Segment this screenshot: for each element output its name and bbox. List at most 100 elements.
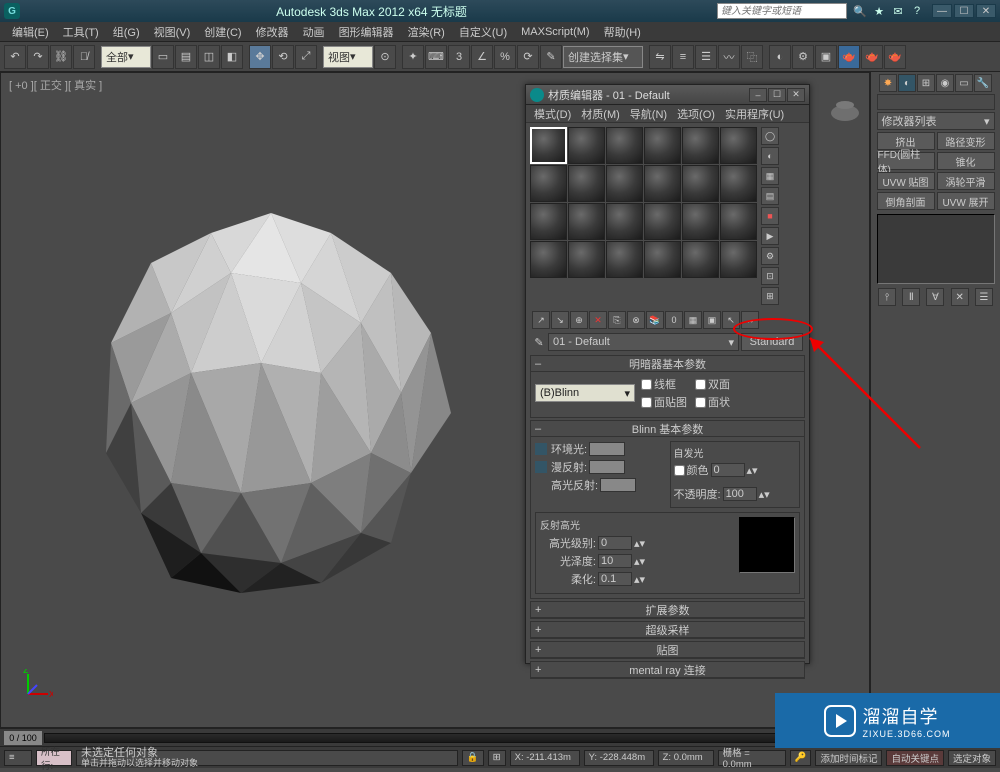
material-slot[interactable]	[606, 165, 643, 202]
modbtn-uvwmap[interactable]: UVW 贴图	[877, 172, 935, 190]
center-icon[interactable]: ⊙	[374, 45, 396, 69]
matmenu-material[interactable]: 材质(M)	[577, 105, 624, 123]
object-name-input[interactable]	[877, 94, 995, 110]
angle-snap-icon[interactable]: ∠	[471, 45, 493, 69]
ambient-lock-icon[interactable]	[535, 443, 547, 455]
matwin-minimize[interactable]: –	[749, 88, 767, 102]
shader-type-dropdown[interactable]: (B)Blinn▾	[535, 384, 635, 402]
menu-edit[interactable]: 编辑(E)	[6, 22, 55, 42]
help-search-input[interactable]	[717, 3, 847, 19]
get-material-icon[interactable]: ↗	[532, 311, 550, 329]
undo-icon[interactable]: ↶	[4, 45, 26, 69]
search-icon[interactable]: 🔍	[851, 3, 869, 19]
modbtn-taper[interactable]: 锥化	[937, 152, 995, 170]
make-copy-icon[interactable]: ⎘	[608, 311, 626, 329]
help-icon[interactable]: ?	[908, 3, 926, 19]
utilities-tab-icon[interactable]: 🔧	[974, 74, 992, 92]
create-tab-icon[interactable]: ✸	[879, 74, 897, 92]
render-frame-icon[interactable]: ▣	[815, 45, 837, 69]
align-icon[interactable]: ≡	[672, 45, 694, 69]
mat-id-icon[interactable]: 0	[665, 311, 683, 329]
menu-modifiers[interactable]: 修改器	[250, 22, 295, 42]
twosided-checkbox[interactable]: 双面	[695, 376, 730, 392]
ambient-color[interactable]: 环境光:	[535, 441, 666, 457]
modbtn-turbosmooth[interactable]: 涡轮平滑	[937, 172, 995, 190]
show-end-icon[interactable]: Ⅱ	[902, 288, 920, 306]
glossiness-spinner[interactable]: 光泽度:10▴▾	[540, 553, 735, 569]
mtl-map-nav-icon[interactable]: ⊞	[761, 287, 779, 305]
render-icon[interactable]: 🫖	[838, 45, 860, 69]
matmenu-modes[interactable]: 模式(D)	[530, 105, 575, 123]
close-button[interactable]: ✕	[976, 4, 996, 18]
time-tag-icon[interactable]: 🔑	[790, 750, 812, 766]
abs-toggle-icon[interactable]: ⊞	[488, 750, 506, 766]
maximize-button[interactable]: ☐	[954, 4, 974, 18]
add-time-marker[interactable]: 添加时间标记	[815, 750, 882, 766]
menu-grapheditors[interactable]: 图形编辑器	[333, 22, 400, 42]
menu-rendering[interactable]: 渲染(R)	[402, 22, 451, 42]
modifier-stack[interactable]	[877, 214, 995, 284]
matmenu-utilities[interactable]: 实用程序(U)	[721, 105, 788, 123]
remove-mod-icon[interactable]: ✕	[951, 288, 969, 306]
lock-icon[interactable]: 🔒	[462, 750, 484, 766]
material-slot[interactable]	[682, 127, 719, 164]
put-to-scene-icon[interactable]: ↘	[551, 311, 569, 329]
material-name-dropdown[interactable]: 01 - Default▾	[548, 333, 739, 351]
material-slot[interactable]	[530, 241, 567, 278]
snap-icon[interactable]: 3	[448, 45, 470, 69]
spec-level-spinner[interactable]: 高光级别:0▴▾	[540, 535, 735, 551]
sample-type-icon[interactable]: ◯	[761, 127, 779, 145]
pick-material-icon[interactable]: ✎	[532, 335, 546, 349]
material-slot[interactable]	[530, 127, 567, 164]
modbtn-ffdcyl[interactable]: FFD(圆柱体)	[877, 152, 935, 170]
material-slot[interactable]	[682, 203, 719, 240]
material-type-button[interactable]: Standard	[741, 333, 803, 351]
rollout-shader-header[interactable]: –明暗器基本参数	[531, 356, 804, 372]
put-to-lib-icon[interactable]: 📚	[646, 311, 664, 329]
opacity-spinner[interactable]: 不透明度:100▴▾	[674, 486, 797, 502]
video-check-icon[interactable]: ■	[761, 207, 779, 225]
material-slot[interactable]	[530, 203, 567, 240]
menu-views[interactable]: 视图(V)	[148, 22, 197, 42]
percent-snap-icon[interactable]: %	[494, 45, 516, 69]
material-slot[interactable]	[644, 203, 681, 240]
show-in-vp-icon[interactable]: ▦	[684, 311, 702, 329]
material-slot[interactable]	[644, 241, 681, 278]
minimize-button[interactable]: —	[932, 4, 952, 18]
menu-create[interactable]: 创建(C)	[198, 22, 247, 42]
keyboard-shortcut-icon[interactable]: ⌨	[425, 45, 447, 69]
menu-customize[interactable]: 自定义(U)	[453, 22, 513, 42]
make-preview-icon[interactable]: ▶	[761, 227, 779, 245]
quick-render-icon[interactable]: 🫖	[884, 45, 906, 69]
material-slot[interactable]	[682, 241, 719, 278]
spinner-snap-icon[interactable]: ⟳	[517, 45, 539, 69]
wireframe-checkbox[interactable]: 线框	[641, 376, 687, 392]
material-slot[interactable]	[568, 203, 605, 240]
configure-sets-icon[interactable]: ☰	[975, 288, 993, 306]
mirror-icon[interactable]: ⇋	[649, 45, 671, 69]
material-slot[interactable]	[720, 165, 757, 202]
select-manipulate-icon[interactable]: ✦	[402, 45, 424, 69]
coord-z[interactable]: Z: 0.0mm	[658, 750, 714, 766]
selset-label[interactable]: 选定对象	[948, 750, 996, 766]
render-setup-icon[interactable]: ⚙	[792, 45, 814, 69]
facemap-checkbox[interactable]: 面贴图	[641, 394, 687, 410]
viewport-label[interactable]: [ +0 ][ 正交 ][ 真实 ]	[9, 77, 102, 93]
matmenu-options[interactable]: 选项(O)	[673, 105, 719, 123]
material-slot[interactable]	[568, 127, 605, 164]
make-unique-icon[interactable]: ∀	[926, 288, 944, 306]
rollout-mentalray[interactable]: +mental ray 连接	[531, 662, 804, 678]
selfillum-color-checkbox[interactable]: 颜色0▴▾	[674, 462, 797, 478]
material-slot[interactable]	[720, 127, 757, 164]
select-name-icon[interactable]: ▤	[175, 45, 197, 69]
selection-filter-dropdown[interactable]: 全部 ▾	[101, 46, 151, 68]
coord-y[interactable]: Y: -228.448m	[584, 750, 654, 766]
modbtn-uvwunwrap[interactable]: UVW 展开	[937, 192, 995, 210]
scale-icon[interactable]: ⤢	[295, 45, 317, 69]
matwin-maximize[interactable]: ☐	[768, 88, 786, 102]
material-slot[interactable]	[568, 241, 605, 278]
options-icon[interactable]: ⚙	[761, 247, 779, 265]
matwin-titlebar[interactable]: 材质编辑器 - 01 - Default – ☐ ✕	[526, 85, 809, 105]
matmenu-navigation[interactable]: 导航(N)	[626, 105, 671, 123]
exchange-icon[interactable]: ✉	[889, 3, 907, 19]
